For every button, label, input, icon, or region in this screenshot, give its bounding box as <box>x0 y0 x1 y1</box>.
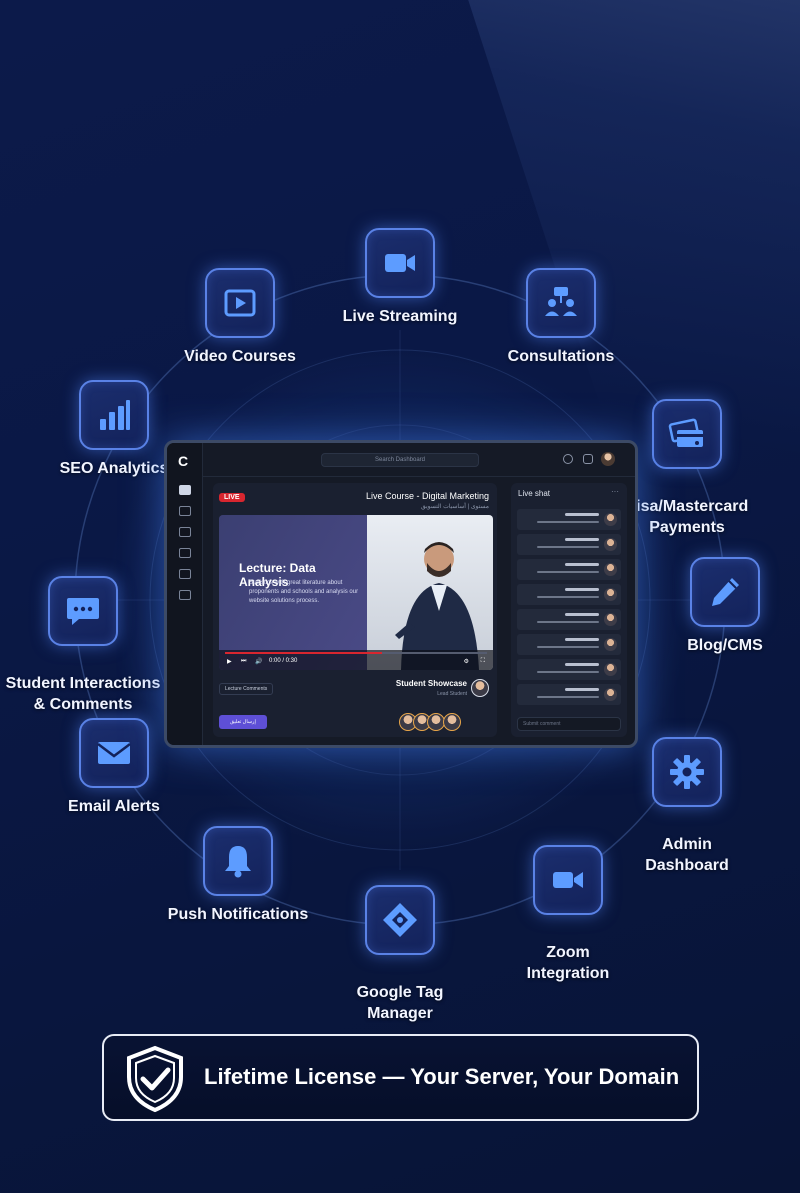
play-icon[interactable]: ▶ <box>227 658 232 665</box>
avatar <box>443 713 461 731</box>
dashboard-topbar: Search Dashboard <box>203 443 635 477</box>
license-text: Lifetime License — Your Server, Your Dom… <box>204 1064 680 1089</box>
sidebar-calendar-icon[interactable] <box>179 548 191 558</box>
send-comment-button[interactable]: إرسال تعليق <box>219 715 267 729</box>
video-progress[interactable] <box>225 652 487 654</box>
video-time: 0:00 / 0:30 <box>269 658 298 664</box>
bell-icon[interactable] <box>583 454 593 464</box>
video-camera-icon <box>365 228 435 298</box>
pencil-icon <box>690 557 760 627</box>
video-player[interactable]: Lecture: Data Analysis Statistics with g… <box>219 515 493 670</box>
sidebar-grid-icon[interactable] <box>179 506 191 516</box>
chat-message <box>517 634 621 655</box>
sidebar-home-icon[interactable] <box>179 485 191 495</box>
envelope-icon <box>79 718 149 788</box>
lecture-slide: Lecture: Data Analysis Statistics with g… <box>219 515 367 670</box>
tag-manager-icon <box>365 885 435 955</box>
consultation-icon <box>526 268 596 338</box>
chat-bubble-icon <box>48 576 118 646</box>
more-icon[interactable]: ··· <box>611 487 619 496</box>
sidebar-users-icon[interactable] <box>179 527 191 537</box>
bell-icon <box>203 826 273 896</box>
feature-video-courses: Video Courses <box>130 268 350 367</box>
chat-message <box>517 609 621 630</box>
gear-icon <box>652 737 722 807</box>
chat-message <box>517 584 621 605</box>
chat-message <box>517 534 621 555</box>
student-title: Student Showcase <box>395 679 467 688</box>
feature-consultations: Consultations <box>451 268 671 367</box>
chat-message <box>517 559 621 580</box>
license-banner: Lifetime License — Your Server, Your Dom… <box>102 1034 699 1121</box>
volume-icon[interactable]: 🔊 <box>255 658 262 665</box>
feature-label: Email Alerts <box>68 798 160 815</box>
shield-check-icon <box>127 1045 183 1113</box>
lecture-subtitle: Statistics with great literature about p… <box>249 580 359 604</box>
fullscreen-icon[interactable]: ⛶ <box>481 658 485 665</box>
avatar <box>471 679 489 697</box>
chat-title: Live shat <box>518 489 551 498</box>
search-input[interactable]: Search Dashboard <box>321 453 479 467</box>
chat-message <box>517 509 621 530</box>
app-logo: C <box>178 453 189 469</box>
comments-button[interactable]: Lecture Comments <box>219 683 274 695</box>
feature-label: Video Courses <box>184 348 296 365</box>
course-subtitle: مستوى | أساسيات التسويق <box>420 504 489 510</box>
zoom-camera-icon <box>533 845 603 915</box>
live-badge: LIVE <box>219 493 245 502</box>
sidebar-menu-icon[interactable] <box>179 590 191 600</box>
dashboard-mockup: C Search Dashboard LIVE Live Course - Di… <box>164 440 638 748</box>
credit-card-icon <box>652 399 722 469</box>
chat-input[interactable]: Submit comment <box>517 717 621 731</box>
sidebar-smile-icon[interactable] <box>179 569 191 579</box>
play-button-icon <box>205 268 275 338</box>
course-panel: LIVE Live Course - Digital Marketing مست… <box>213 483 497 737</box>
chat-message <box>517 684 621 705</box>
feature-google-tag-manager: Google Tag Manager <box>290 866 510 1043</box>
help-icon[interactable] <box>563 454 573 464</box>
feature-blog-cms: Blog/CMS <box>615 557 800 656</box>
course-title: Live Course - Digital Marketing <box>365 491 489 501</box>
feature-label: Google Tag Manager <box>356 984 444 1022</box>
student-subtitle: Lead Student <box>437 691 467 697</box>
dashboard-sidebar: C <box>167 443 203 745</box>
chat-message <box>517 659 621 680</box>
skip-icon[interactable]: ⏭ <box>241 658 246 665</box>
bar-chart-icon <box>79 380 149 450</box>
feature-label: Consultations <box>507 348 615 365</box>
feature-label: Blog/CMS <box>687 637 763 654</box>
live-chat-panel: Live shat ··· Submit comment <box>511 483 627 737</box>
video-controls: ▶ ⏭ 🔊 0:00 / 0:30 ⛶ ⚙ <box>219 650 493 670</box>
avatar[interactable] <box>601 452 615 466</box>
settings-icon[interactable]: ⚙ <box>464 658 469 665</box>
